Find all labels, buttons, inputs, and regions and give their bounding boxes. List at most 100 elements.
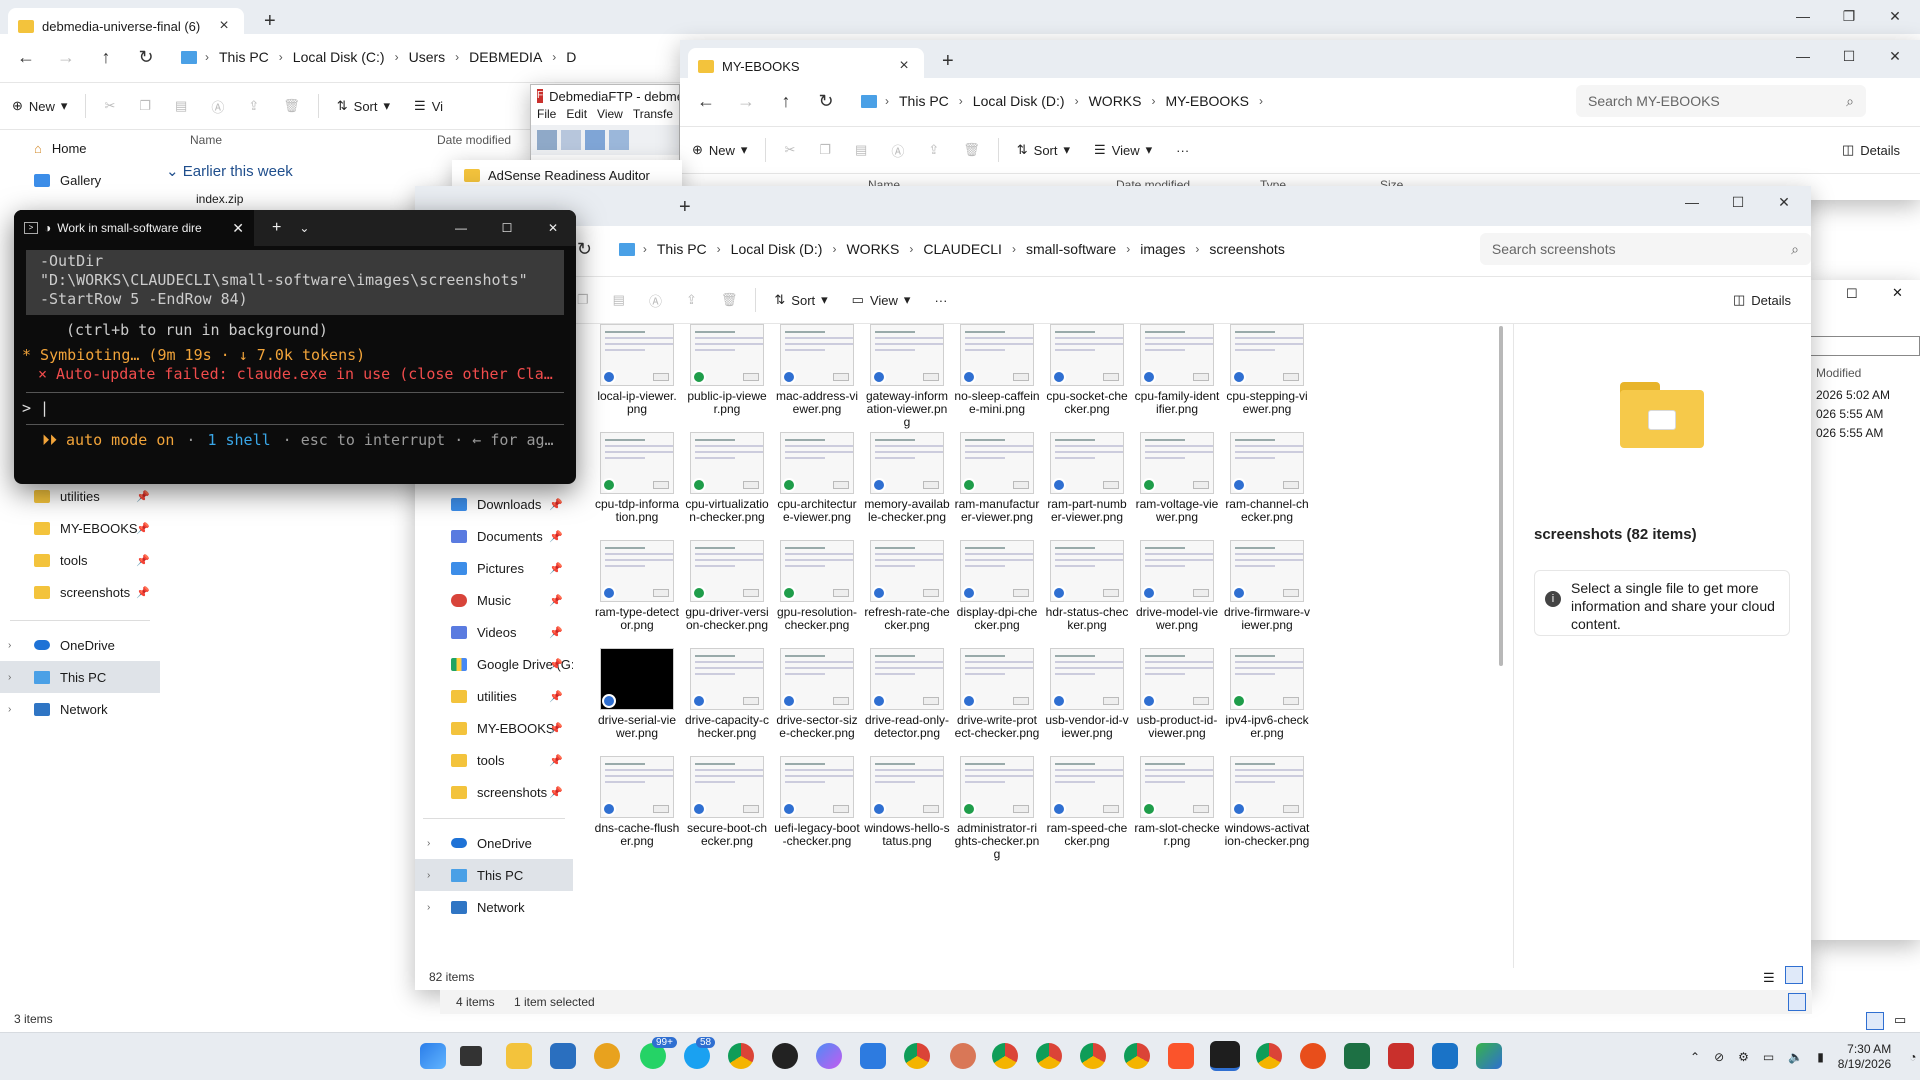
- share-icon[interactable]: ⇪: [916, 142, 951, 158]
- file-item[interactable]: windows-hello-status.png: [862, 754, 952, 862]
- chatgpt-icon[interactable]: [772, 1043, 798, 1069]
- nav-network[interactable]: › Network: [415, 891, 573, 923]
- close-icon[interactable]: ✕: [1872, 0, 1918, 32]
- crumb[interactable]: This PC: [647, 241, 717, 257]
- brave-icon[interactable]: [1168, 1043, 1194, 1069]
- sort-button[interactable]: ⇅ Sort ▾: [762, 292, 839, 308]
- notepad-icon[interactable]: [860, 1043, 886, 1069]
- chrome-icon[interactable]: [1256, 1043, 1282, 1069]
- cut-icon[interactable]: ✂: [92, 98, 127, 114]
- file-item[interactable]: ram-speed-checker.png: [1042, 754, 1132, 862]
- maximize-icon[interactable]: ☐: [1826, 40, 1872, 72]
- nav-item-my-ebooks[interactable]: MY-EBOOKS 📌: [415, 712, 573, 744]
- file-item[interactable]: ram-slot-checker.png: [1132, 754, 1222, 862]
- nav-item-tools[interactable]: tools 📌: [415, 744, 573, 776]
- app-icon[interactable]: [1476, 1043, 1502, 1069]
- file-item[interactable]: refresh-rate-checker.png: [862, 538, 952, 646]
- list-view-icon[interactable]: [1788, 993, 1806, 1011]
- close-icon[interactable]: ✕: [1872, 40, 1918, 72]
- up-icon[interactable]: ↑: [766, 91, 806, 112]
- file-item[interactable]: secure-boot-checker.png: [682, 754, 772, 862]
- nav-item-google-drive-g[interactable]: Google Drive (G: 📌: [415, 648, 573, 680]
- nav-this-pc[interactable]: › This PC: [415, 859, 573, 891]
- close-icon[interactable]: ✕: [530, 221, 576, 235]
- nav-onedrive[interactable]: › OneDrive: [415, 827, 573, 859]
- new-tab-button[interactable]: +: [679, 196, 691, 219]
- chrome-icon[interactable]: [1080, 1043, 1106, 1069]
- network-off-icon[interactable]: ⊘: [1714, 1050, 1724, 1064]
- rename-icon[interactable]: Ⓐ: [879, 141, 916, 160]
- chrome-icon[interactable]: [992, 1043, 1018, 1069]
- details-view-icon[interactable]: [1866, 1012, 1884, 1030]
- file-item[interactable]: memory-available-checker.png: [862, 430, 952, 538]
- menu-file[interactable]: File: [537, 107, 556, 125]
- quick-item[interactable]: tools 📌: [0, 544, 160, 576]
- breadcrumb[interactable]: › This PC › Local Disk (D:) › WORKS › CLAUDE…: [610, 233, 1470, 265]
- chrome-icon[interactable]: [1124, 1043, 1150, 1069]
- delete-icon[interactable]: 🗑: [271, 98, 312, 114]
- paste-icon[interactable]: ▤: [601, 292, 637, 308]
- chrome-icon[interactable]: [728, 1043, 754, 1069]
- nav-item-downloads[interactable]: Downloads 📌: [415, 488, 573, 520]
- share-icon[interactable]: ⇪: [236, 98, 271, 114]
- terminal-app-icon[interactable]: [1210, 1041, 1240, 1071]
- toolbar-icon[interactable]: [609, 130, 629, 150]
- file-item[interactable]: drive-model-viewer.png: [1132, 538, 1222, 646]
- minimize-icon[interactable]: —: [1780, 0, 1826, 32]
- weather-icon[interactable]: [550, 1043, 576, 1069]
- file-item[interactable]: public-ip-viewer.png: [682, 322, 772, 430]
- nav-gallery[interactable]: Gallery: [0, 164, 160, 196]
- column-modified[interactable]: Modified: [1816, 366, 1861, 380]
- display-icon[interactable]: ▭: [1763, 1050, 1774, 1064]
- terminal-prompt[interactable]: > |: [14, 399, 576, 418]
- new-tab-button[interactable]: +: [264, 10, 276, 33]
- crumb[interactable]: WORKS: [1079, 93, 1152, 109]
- back-icon[interactable]: ←: [6, 47, 46, 68]
- back-icon[interactable]: ←: [686, 91, 726, 112]
- column-name[interactable]: Name: [190, 133, 222, 147]
- headphones-icon[interactable]: [1300, 1043, 1326, 1069]
- clock[interactable]: 7:30 AM 8/19/2026: [1838, 1042, 1891, 1072]
- file-item[interactable]: hdr-status-checker.png: [1042, 538, 1132, 646]
- file-item[interactable]: uefi-legacy-boot-checker.png: [772, 754, 862, 862]
- file-item[interactable]: ram-type-detector.png: [592, 538, 682, 646]
- file-item[interactable]: display-dpi-checker.png: [952, 538, 1042, 646]
- crumb[interactable]: images: [1130, 241, 1195, 257]
- claude-icon[interactable]: [950, 1043, 976, 1069]
- details-button[interactable]: ◫ Details: [1830, 142, 1912, 158]
- file-item[interactable]: drive-sector-size-checker.png: [772, 646, 862, 754]
- close-icon[interactable]: ×: [894, 57, 914, 75]
- more-button[interactable]: ···: [1164, 143, 1201, 158]
- crumb[interactable]: screenshots: [1199, 241, 1294, 257]
- search-app-icon[interactable]: [594, 1043, 620, 1069]
- speaker-icon[interactable]: 🔈: [1788, 1050, 1803, 1064]
- chrome-icon[interactable]: [1036, 1043, 1062, 1069]
- search-input[interactable]: [1810, 336, 1920, 356]
- refresh-icon[interactable]: ↻: [806, 91, 846, 112]
- close-icon[interactable]: ✕: [1761, 186, 1807, 218]
- forward-icon[interactable]: →: [726, 91, 766, 112]
- crumb[interactable]: WORKS: [836, 241, 909, 257]
- maximize-icon[interactable]: ☐: [1715, 186, 1761, 218]
- paste-icon[interactable]: ▤: [163, 98, 199, 114]
- breadcrumb[interactable]: › This PC › Local Disk (D:) › WORKS › MY-EBO…: [852, 85, 1572, 117]
- crumb[interactable]: CLAUDECLI: [913, 241, 1012, 257]
- file-item[interactable]: drive-capacity-checker.png: [682, 646, 772, 754]
- toolbar-icon[interactable]: [561, 130, 581, 150]
- nav-home[interactable]: ⌂ Home: [0, 132, 160, 164]
- filezilla-icon[interactable]: [1388, 1043, 1414, 1069]
- close-icon[interactable]: ✕: [232, 220, 244, 237]
- crumb[interactable]: Users: [399, 49, 456, 65]
- forward-icon[interactable]: →: [46, 47, 86, 68]
- file-item[interactable]: drive-firmware-viewer.png: [1222, 538, 1312, 646]
- file-item[interactable]: drive-write-protect-checker.png: [952, 646, 1042, 754]
- start-icon[interactable]: [420, 1043, 446, 1069]
- quick-item[interactable]: utilities 📌: [0, 480, 160, 512]
- file-item[interactable]: ram-part-number-viewer.png: [1042, 430, 1132, 538]
- file-item[interactable]: gpu-resolution-checker.png: [772, 538, 862, 646]
- file-item[interactable]: local-ip-viewer.png: [592, 322, 682, 430]
- file-item[interactable]: cpu-tdp-information.png: [592, 430, 682, 538]
- maximize-icon[interactable]: ☐: [1846, 286, 1858, 302]
- minimize-icon[interactable]: —: [1780, 40, 1826, 72]
- menu-edit[interactable]: Edit: [566, 107, 587, 125]
